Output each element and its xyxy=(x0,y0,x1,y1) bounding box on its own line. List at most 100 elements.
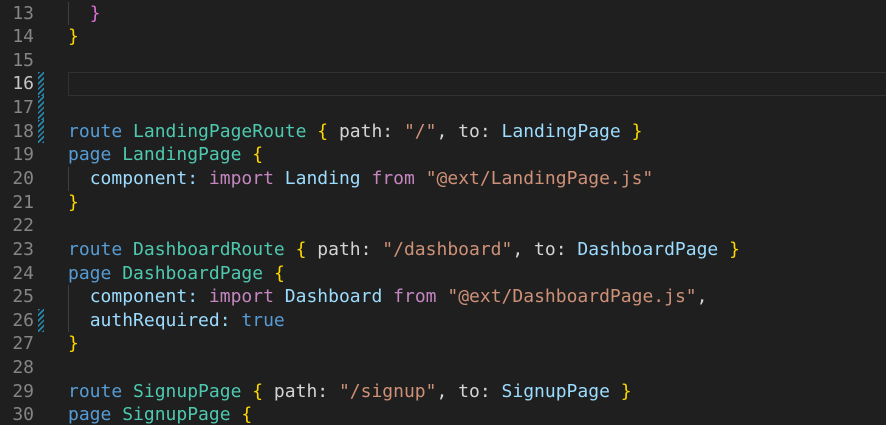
token xyxy=(285,239,296,260)
line-number[interactable]: 22 xyxy=(0,214,34,238)
code-line-row[interactable]: 23 route DashboardRoute { path: "/dashbo… xyxy=(0,238,886,262)
indent-guide xyxy=(68,167,69,191)
code-line-row[interactable]: 26 authRequired: true xyxy=(0,309,886,333)
token: route xyxy=(68,239,122,260)
code-line-row[interactable]: 27 } xyxy=(0,332,886,356)
line-number[interactable]: 17 xyxy=(0,96,34,120)
line-number[interactable]: 13 xyxy=(0,2,34,26)
code-line[interactable]: } xyxy=(68,191,886,215)
indent-guide xyxy=(68,309,69,333)
token: } xyxy=(68,192,79,213)
code-line-row[interactable]: 29 route SignupPage { path: "/signup", t… xyxy=(0,380,886,404)
code-line[interactable]: component: import Dashboard from "@ext/D… xyxy=(68,285,886,309)
token: } xyxy=(621,381,632,402)
token: { xyxy=(241,404,252,425)
line-number[interactable]: 16 xyxy=(0,72,34,96)
token: "@ext/LandingPage.js" xyxy=(426,168,654,189)
line-number[interactable]: 20 xyxy=(0,167,34,191)
line-number[interactable]: 24 xyxy=(0,262,34,286)
code-line[interactable] xyxy=(68,356,886,380)
line-number[interactable]: 14 xyxy=(0,25,34,49)
code-line-row[interactable]: 21 } xyxy=(0,191,886,215)
code-line[interactable] xyxy=(68,72,886,96)
token xyxy=(111,144,122,165)
code-line[interactable]: page DashboardPage { xyxy=(68,262,886,286)
token: path: xyxy=(263,381,339,402)
code-line[interactable]: component: import Landing from "@ext/Lan… xyxy=(68,167,886,191)
token: page xyxy=(68,404,111,425)
line-number[interactable]: 29 xyxy=(0,380,34,404)
line-number[interactable]: 30 xyxy=(0,403,34,425)
code-line[interactable]: } xyxy=(68,332,886,356)
token: LandingPage xyxy=(122,144,241,165)
gutter: 27 xyxy=(0,332,68,356)
token xyxy=(263,263,274,284)
line-number[interactable]: 21 xyxy=(0,191,34,215)
token: "@ext/DashboardPage.js" xyxy=(447,286,696,307)
modified-indicator xyxy=(38,191,44,215)
line-number[interactable]: 18 xyxy=(0,120,34,144)
token xyxy=(68,286,90,307)
code-line-row[interactable]: 20 component: import Landing from "@ext/… xyxy=(0,167,886,191)
gutter: 16 xyxy=(0,72,68,96)
gutter: 23 xyxy=(0,238,68,262)
code-line[interactable]: } xyxy=(68,25,886,49)
code-line[interactable]: page SignupPage { xyxy=(68,403,886,425)
token xyxy=(274,168,285,189)
token: Dashboard xyxy=(285,286,383,307)
code-line[interactable] xyxy=(68,96,886,120)
gutter: 18 xyxy=(0,120,68,144)
line-number[interactable]: 23 xyxy=(0,238,34,262)
modified-indicator xyxy=(38,25,44,49)
token xyxy=(382,286,393,307)
code-line-row[interactable]: 24 page DashboardPage { xyxy=(0,262,886,286)
code-line[interactable]: route SignupPage { path: "/signup", to: … xyxy=(68,380,886,404)
line-number[interactable]: 27 xyxy=(0,332,34,356)
code-line-row[interactable]: 28 xyxy=(0,356,886,380)
token: SignupPage xyxy=(122,404,230,425)
code-line[interactable]: authRequired: true xyxy=(68,309,886,333)
code-line-row[interactable]: 22 xyxy=(0,214,886,238)
code-editor[interactable]: 13 } 14 } 15 16 17 18 route L xyxy=(0,0,886,425)
token xyxy=(111,404,122,425)
code-line-row[interactable]: 16 xyxy=(0,72,886,96)
code-line-row[interactable]: 18 route LandingPageRoute { path: "/", t… xyxy=(0,120,886,144)
token: , xyxy=(697,286,708,307)
line-number[interactable]: 26 xyxy=(0,309,34,333)
code-line-row[interactable]: 15 xyxy=(0,49,886,73)
code-line-row[interactable]: 13 } xyxy=(0,2,886,26)
token xyxy=(68,168,90,189)
line-number[interactable]: 15 xyxy=(0,49,34,73)
code-line[interactable]: page LandingPage { xyxy=(68,143,886,167)
token: from xyxy=(371,168,414,189)
code-line-row[interactable]: 25 component: import Dashboard from "@ex… xyxy=(0,285,886,309)
modified-indicator xyxy=(38,403,44,425)
token xyxy=(111,263,122,284)
code-line-row[interactable]: 30 page SignupPage { xyxy=(0,403,886,425)
token: DashboardPage xyxy=(122,263,263,284)
line-number[interactable]: 19 xyxy=(0,143,34,167)
gutter: 26 xyxy=(0,309,68,333)
token: path: xyxy=(328,121,404,142)
code-line-row[interactable]: 19 page LandingPage { xyxy=(0,143,886,167)
modified-indicator xyxy=(38,309,44,333)
code-line[interactable] xyxy=(68,214,886,238)
indent-guide xyxy=(68,2,69,26)
line-number[interactable]: 28 xyxy=(0,356,34,380)
code-line-row[interactable]: 14 } xyxy=(0,25,886,49)
line-number[interactable]: 25 xyxy=(0,285,34,309)
code-line-row[interactable]: 17 xyxy=(0,96,886,120)
token xyxy=(610,381,621,402)
code-line[interactable]: route DashboardRoute { path: "/dashboard… xyxy=(68,238,886,262)
token: route xyxy=(68,381,122,402)
token xyxy=(68,310,90,331)
code-line[interactable]: } xyxy=(68,2,886,26)
code-line[interactable]: route LandingPageRoute { path: "/", to: … xyxy=(68,120,886,144)
token xyxy=(198,286,209,307)
modified-indicator xyxy=(38,72,44,96)
token xyxy=(68,3,90,24)
code-line[interactable] xyxy=(68,49,886,73)
editor-rows: 13 } 14 } 15 16 17 18 route L xyxy=(0,2,886,425)
gutter: 28 xyxy=(0,356,68,380)
modified-indicator xyxy=(38,214,44,238)
